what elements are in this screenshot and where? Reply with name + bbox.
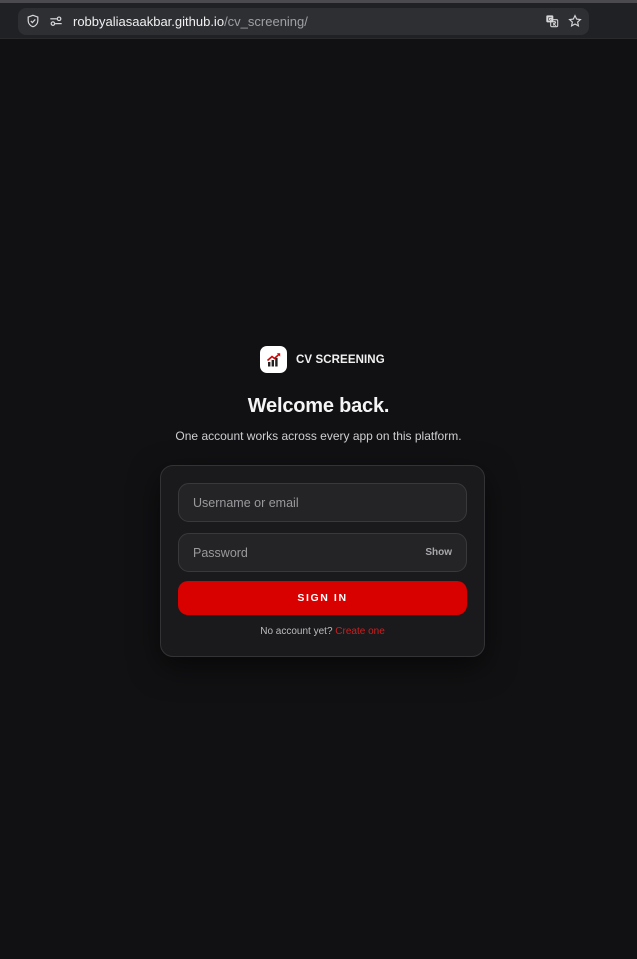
brand: CV SCREENING bbox=[260, 346, 385, 373]
url-host: robbyaliasaakbar.github.io bbox=[73, 14, 225, 29]
show-password-button[interactable]: Show bbox=[425, 547, 452, 558]
sign-in-button[interactable]: SIGN IN bbox=[178, 581, 467, 615]
login-card: Username or email Password Show SIGN IN … bbox=[160, 465, 485, 657]
username-placeholder: Username or email bbox=[193, 495, 299, 510]
site-settings-icon[interactable] bbox=[48, 13, 64, 29]
no-account-text: No account yet? bbox=[260, 626, 333, 637]
shield-icon[interactable] bbox=[25, 13, 41, 29]
page-title: Welcome back. bbox=[247, 395, 390, 417]
signup-prompt: No account yet? Create one bbox=[161, 626, 484, 637]
tab-strip-edge bbox=[0, 0, 637, 3]
password-placeholder: Password bbox=[193, 545, 248, 560]
url-path: /cv_screening/ bbox=[224, 14, 308, 29]
address-bar[interactable]: robbyaliasaakbar.github.io/cv_screening/… bbox=[18, 8, 589, 35]
chart-growth-icon bbox=[260, 346, 287, 373]
username-input[interactable]: Username or email bbox=[178, 483, 467, 522]
url-text[interactable]: robbyaliasaakbar.github.io/cv_screening/ bbox=[73, 14, 308, 29]
browser-toolbar: robbyaliasaakbar.github.io/cv_screening/… bbox=[0, 0, 637, 39]
star-icon[interactable] bbox=[567, 13, 583, 29]
password-input[interactable]: Password Show bbox=[178, 533, 467, 572]
brand-name: CV SCREENING bbox=[296, 353, 385, 366]
page-subtitle: One account works across every app on th… bbox=[175, 429, 462, 443]
create-account-link[interactable]: Create one bbox=[335, 626, 384, 637]
translate-icon[interactable]: G bbox=[544, 13, 560, 29]
